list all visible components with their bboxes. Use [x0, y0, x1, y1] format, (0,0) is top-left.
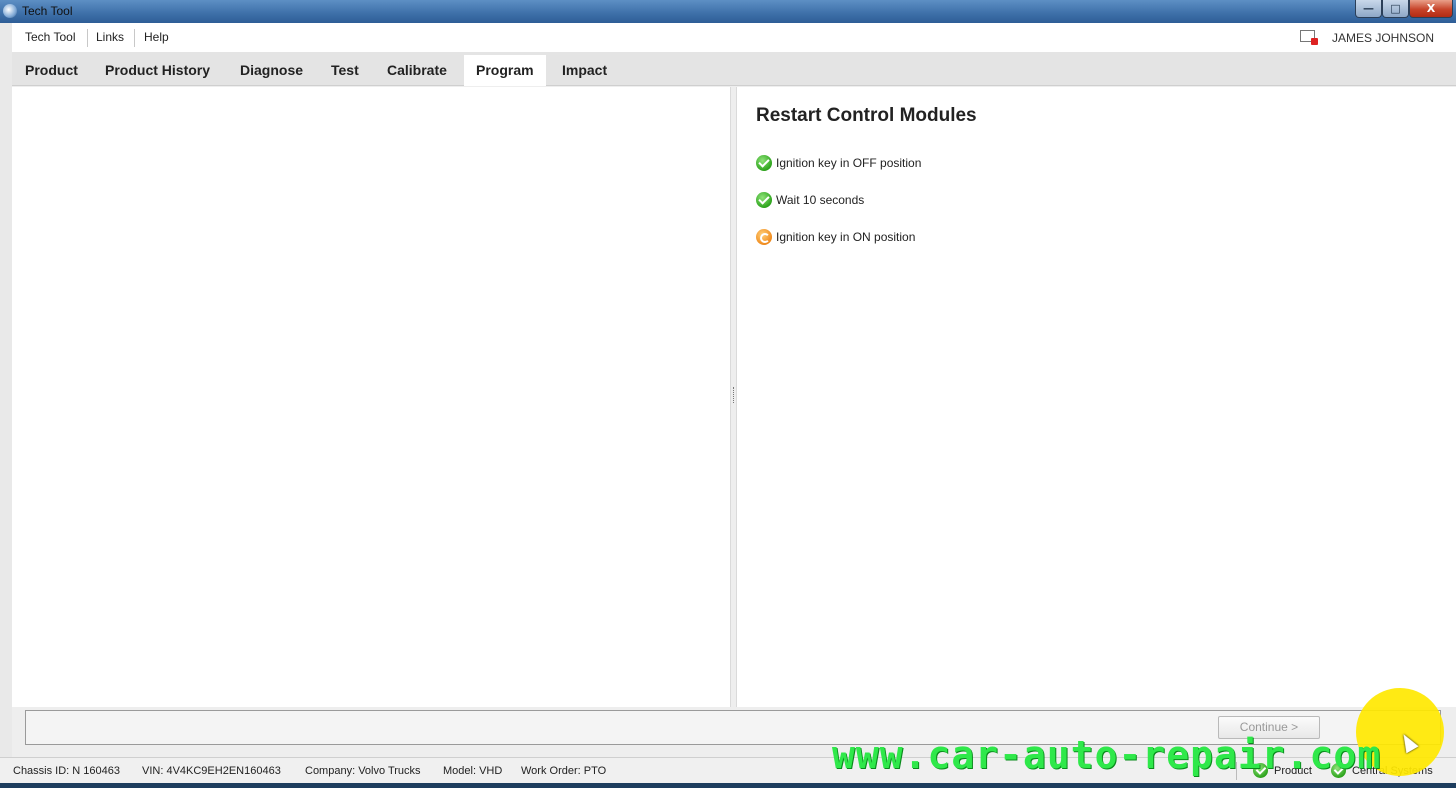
- left-margin: [0, 23, 12, 763]
- menu-separator: [87, 29, 88, 47]
- watermark-text: www.car-auto-repair.com: [832, 733, 1382, 777]
- step-text: Ignition key in OFF position: [776, 156, 922, 170]
- check-icon: [756, 155, 772, 171]
- splitter-grip-icon[interactable]: [733, 387, 734, 403]
- panel-heading: Restart Control Modules: [756, 105, 977, 126]
- tab-bar: Product Product History Diagnose Test Ca…: [12, 52, 1456, 86]
- window-title: Tech Tool: [22, 4, 73, 18]
- tab-calibrate[interactable]: Calibrate: [375, 55, 459, 86]
- tab-test[interactable]: Test: [319, 55, 371, 86]
- step-text: Ignition key in ON position: [776, 230, 916, 244]
- status-work-order: Work Order: PTO: [521, 765, 607, 777]
- check-icon: [756, 192, 772, 208]
- tab-product-history[interactable]: Product History: [93, 55, 222, 86]
- step-item: Ignition key in ON position: [756, 227, 915, 247]
- menu-links[interactable]: Links: [96, 30, 124, 44]
- tab-product[interactable]: Product: [13, 55, 90, 86]
- status-vin: VIN: 4V4KC9EH2EN160463: [142, 765, 281, 777]
- left-pane: [12, 87, 730, 707]
- menu-tech-tool[interactable]: Tech Tool: [25, 30, 75, 44]
- taskbar: [0, 783, 1456, 788]
- step-item: Ignition key in OFF position: [756, 153, 921, 173]
- right-pane: Restart Control Modules Ignition key in …: [737, 87, 1456, 707]
- menu-separator: [134, 29, 135, 47]
- user-name: JAMES JOHNSON: [1332, 31, 1435, 45]
- step-text: Wait 10 seconds: [776, 193, 865, 207]
- status-company: Company: Volvo Trucks: [305, 765, 421, 777]
- status-chassis: Chassis ID: N 160463: [13, 765, 120, 777]
- tab-program[interactable]: Program: [464, 55, 546, 86]
- close-button[interactable]: X: [1409, 0, 1453, 18]
- status-model: Model: VHD: [443, 765, 503, 777]
- title-bar: Tech Tool — □ X: [0, 0, 1456, 23]
- menu-bar: Tech Tool Links Help JAMES JOHNSON: [12, 23, 1456, 52]
- maximize-button[interactable]: □: [1382, 0, 1409, 18]
- tab-diagnose[interactable]: Diagnose: [228, 55, 315, 86]
- menu-help[interactable]: Help: [144, 30, 169, 44]
- app-icon: [3, 4, 17, 18]
- pane-splitter[interactable]: [730, 87, 737, 707]
- tab-impact[interactable]: Impact: [550, 55, 619, 86]
- user-logout-icon[interactable]: [1300, 30, 1318, 45]
- minimize-button[interactable]: —: [1355, 0, 1382, 18]
- progress-icon: [756, 229, 772, 245]
- step-item: Wait 10 seconds: [756, 190, 864, 210]
